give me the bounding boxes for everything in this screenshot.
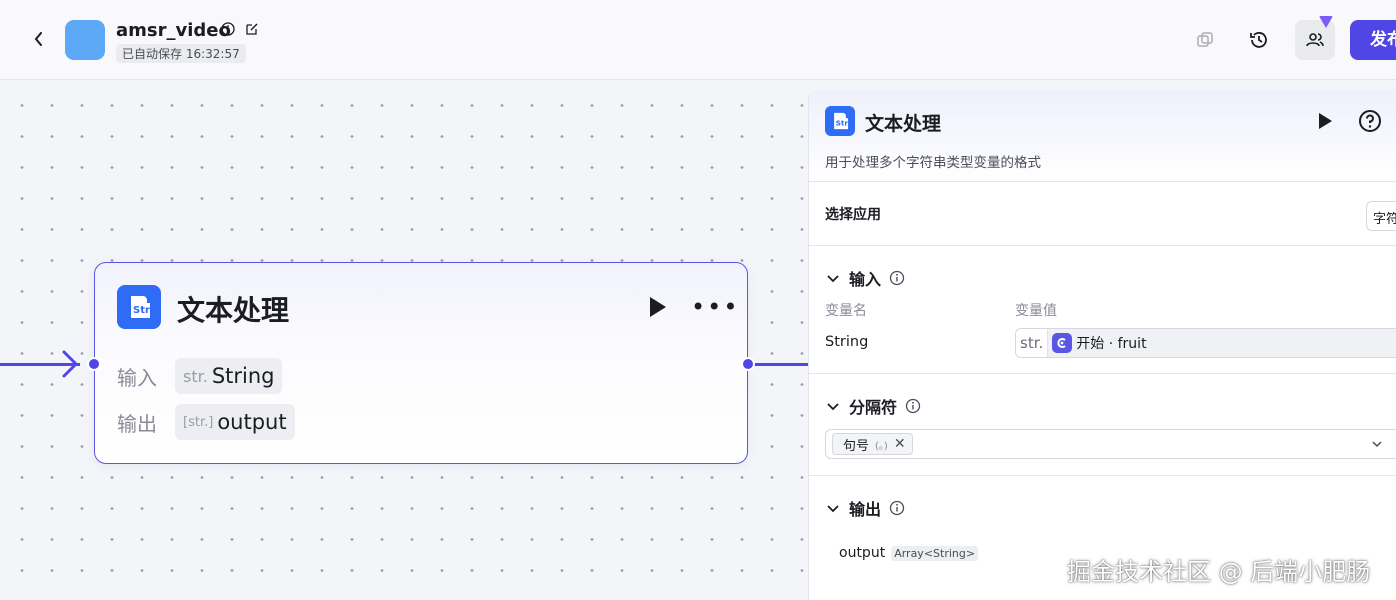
text-process-node[interactable]: Str 文本处理 ••• 输入 str. String 输出 [str.] ou… bbox=[94, 262, 748, 464]
output-section-title: 输出 bbox=[849, 500, 882, 519]
app-select-label: 选择应用 bbox=[825, 207, 881, 223]
output-variable-name: output bbox=[839, 545, 886, 561]
info-icon[interactable] bbox=[889, 270, 905, 286]
app-select-section: 选择应用 字符串拼接 bbox=[809, 182, 1396, 246]
chevron-down-icon bbox=[827, 403, 839, 411]
copy-button[interactable] bbox=[1185, 20, 1225, 60]
separator-section-header[interactable]: 分隔符 bbox=[825, 394, 921, 418]
panel-title: 文本处理 bbox=[865, 113, 942, 135]
svg-text:Str: Str bbox=[133, 305, 150, 316]
edge-arrow-icon bbox=[62, 350, 79, 378]
node-input-value: String bbox=[211, 364, 275, 388]
input-section-header[interactable]: 输入 bbox=[825, 266, 905, 290]
node-input-chip: str. String bbox=[175, 358, 283, 394]
info-icon[interactable] bbox=[889, 500, 905, 516]
publish-button[interactable]: 发布 bbox=[1350, 20, 1396, 60]
chevron-down-icon bbox=[827, 275, 839, 283]
watermark: 掘金技术社区 @ 后端小肥肠 bbox=[1067, 558, 1371, 586]
variable-reference-chip[interactable]: 开始 · fruit bbox=[1048, 329, 1396, 357]
more-options-icon[interactable]: ••• bbox=[691, 295, 739, 319]
node-output-value: output bbox=[217, 410, 287, 434]
app-select-dropdown[interactable]: 字符串拼接 bbox=[1366, 201, 1396, 231]
info-icon[interactable] bbox=[220, 21, 236, 37]
users-icon bbox=[1306, 33, 1324, 47]
top-bar: amsr_video 已自动保存 16:32:57 发布 bbox=[0, 0, 1396, 80]
panel-header: Str 文本处理 用于处理多个字符串类型变量的格式 bbox=[809, 90, 1396, 182]
output-variable-type: Array<String> bbox=[891, 545, 979, 561]
chevron-down-icon bbox=[827, 505, 839, 513]
node-title: 文本处理 bbox=[177, 294, 290, 327]
variable-reference-text: 开始 · fruit bbox=[1076, 336, 1147, 352]
panel-description: 用于处理多个字符串类型变量的格式 bbox=[825, 155, 1041, 171]
start-node-icon bbox=[1052, 333, 1073, 353]
help-icon[interactable] bbox=[1358, 109, 1382, 133]
history-button[interactable] bbox=[1239, 20, 1279, 60]
column-label-value: 变量值 bbox=[1015, 303, 1057, 319]
separator-select[interactable]: 句号 (。) ✕ bbox=[825, 429, 1396, 459]
output-section-header[interactable]: 输出 bbox=[825, 496, 905, 520]
collaborators-button[interactable] bbox=[1295, 16, 1335, 60]
string-node-icon: Str bbox=[825, 106, 855, 136]
input-section: 输入 变量名 变量值 String str. 开始 · fruit bbox=[809, 246, 1396, 374]
node-output-label: 输出 bbox=[117, 411, 157, 436]
variable-value-field[interactable]: str. 开始 · fruit bbox=[1015, 328, 1396, 358]
string-type-icon: str. bbox=[1016, 329, 1049, 357]
back-button[interactable] bbox=[28, 28, 50, 50]
string-node-icon: Str bbox=[117, 285, 161, 329]
string-type-icon: str. bbox=[183, 366, 208, 386]
autosave-status: 已自动保存 16:32:57 bbox=[116, 44, 246, 63]
copy-icon bbox=[1197, 32, 1213, 47]
close-icon[interactable]: ✕ bbox=[894, 436, 906, 452]
node-input-label: 输入 bbox=[117, 365, 157, 390]
string-array-type-icon: [str.] bbox=[183, 414, 214, 430]
info-icon[interactable] bbox=[905, 398, 921, 414]
variable-name: String bbox=[825, 334, 869, 350]
column-label-name: 变量名 bbox=[825, 303, 867, 319]
play-icon[interactable] bbox=[645, 295, 669, 319]
node-output-chip: [str.] output bbox=[175, 404, 295, 440]
separator-section-title: 分隔符 bbox=[849, 398, 898, 417]
separator-tag-label: 句号 bbox=[843, 438, 870, 454]
outgoing-edge bbox=[752, 363, 808, 366]
edit-icon[interactable] bbox=[244, 21, 260, 37]
app-name: amsr_video bbox=[116, 20, 231, 41]
node-config-panel: Str 文本处理 用于处理多个字符串类型变量的格式 选择应用 字符串拼接 输入 … bbox=[808, 90, 1396, 600]
node-input-port[interactable] bbox=[87, 357, 101, 371]
play-icon[interactable] bbox=[1314, 110, 1336, 132]
separator-tag-symbol: (。) bbox=[875, 440, 888, 452]
svg-text:Str: Str bbox=[836, 118, 849, 127]
chevron-left-icon bbox=[34, 32, 42, 46]
output-variable-row: output Array<String> bbox=[839, 545, 979, 561]
input-section-title: 输入 bbox=[849, 270, 882, 289]
separator-tag: 句号 (。) ✕ bbox=[832, 433, 913, 455]
app-avatar bbox=[65, 20, 105, 60]
chevron-down-icon[interactable] bbox=[1370, 437, 1384, 451]
node-output-port[interactable] bbox=[741, 357, 755, 371]
diamond-badge-icon bbox=[1319, 16, 1333, 28]
separator-section: 分隔符 句号 (。) ✕ bbox=[809, 374, 1396, 476]
history-icon bbox=[1250, 32, 1267, 48]
